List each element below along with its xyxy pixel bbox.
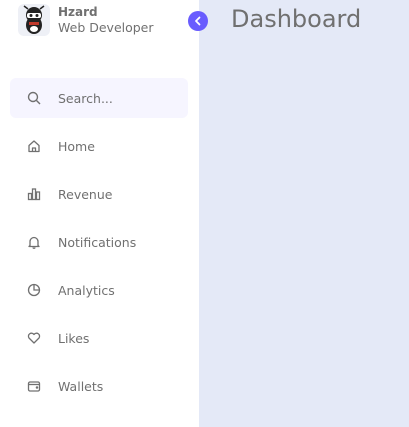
nav-label-home: Home [58, 138, 95, 154]
nav-label-analytics: Analytics [58, 282, 115, 298]
search-input[interactable] [58, 90, 178, 106]
nav-item-wallets[interactable]: Wallets [10, 366, 188, 406]
bell-icon [10, 235, 58, 249]
nav-item-likes[interactable]: Likes [10, 318, 188, 358]
nav-label-wallets: Wallets [58, 378, 104, 394]
search-icon [10, 91, 58, 105]
bar-chart-icon [10, 187, 58, 201]
ninja-logo-icon [23, 5, 45, 34]
nav-item-analytics[interactable]: Analytics [10, 270, 188, 310]
search-box[interactable] [10, 78, 188, 118]
sidebar: Hzard Web Developer Home [0, 0, 199, 427]
wallet-icon [10, 379, 58, 393]
nav-label-revenue: Revenue [58, 186, 113, 202]
heart-icon [10, 331, 58, 345]
nav-label-notifications: Notifications [58, 234, 137, 250]
profile-name: Hzard [58, 5, 98, 19]
profile-role: Web Developer [58, 20, 154, 35]
nav-label-likes: Likes [58, 330, 90, 346]
home-icon [10, 139, 58, 153]
nav-item-notifications[interactable]: Notifications [10, 222, 188, 262]
page-title: Dashboard [231, 5, 362, 33]
avatar [18, 4, 50, 36]
sidebar-toggle-button[interactable] [188, 11, 208, 31]
chevron-left-icon [195, 16, 201, 26]
pie-chart-icon [10, 283, 58, 297]
profile-header: Hzard Web Developer [18, 4, 154, 36]
nav-item-home[interactable]: Home [10, 126, 188, 166]
nav-item-revenue[interactable]: Revenue [10, 174, 188, 214]
